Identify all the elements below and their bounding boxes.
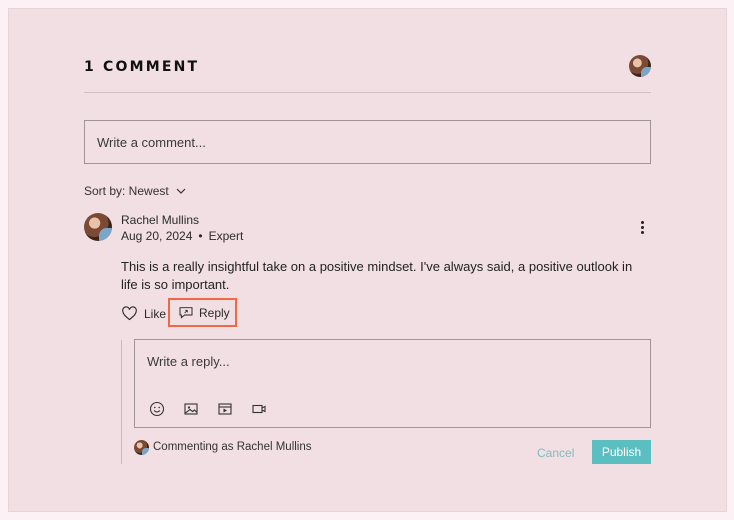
heart-icon: [122, 306, 137, 321]
comment-input[interactable]: Write a comment...: [84, 120, 651, 164]
commenting-as-label: Commenting as Rachel Mullins: [153, 441, 312, 453]
publish-button[interactable]: Publish: [592, 440, 651, 464]
reply-label: Reply: [199, 305, 230, 320]
comment-meta: Aug 20, 2024 • Expert: [121, 229, 243, 243]
like-label: Like: [144, 306, 167, 321]
comments-count-title: 1 COMMENT: [84, 59, 200, 75]
video-icon[interactable]: [251, 401, 267, 417]
meta-separator: •: [198, 229, 203, 243]
thread-line: [121, 340, 122, 464]
author-role-badge: Expert: [208, 229, 244, 243]
comment-author-avatar[interactable]: [84, 213, 112, 241]
comment-body: This is a really insightful take on a po…: [121, 259, 633, 292]
reply-input[interactable]: Write a reply...: [134, 339, 651, 428]
comment-date: Aug 20, 2024: [121, 229, 193, 243]
current-user-avatar[interactable]: [629, 55, 651, 77]
emoji-icon[interactable]: [149, 401, 165, 417]
reply-button[interactable]: Reply: [168, 298, 237, 327]
like-button[interactable]: Like: [121, 305, 166, 322]
cancel-button[interactable]: Cancel: [537, 446, 574, 460]
commenter-avatar: [134, 440, 149, 455]
comment-author-name[interactable]: Rachel Mullins: [121, 213, 199, 227]
more-options-icon[interactable]: [634, 219, 650, 239]
sort-dropdown[interactable]: Sort by: Newest: [84, 184, 187, 198]
header-divider: [84, 92, 651, 93]
gif-icon[interactable]: [217, 401, 233, 417]
reply-input-placeholder: Write a reply...: [147, 354, 230, 369]
reply-icon: [179, 306, 193, 319]
chevron-down-icon: [176, 188, 186, 194]
sort-label: Sort by: Newest: [84, 184, 169, 198]
comment-input-placeholder: Write a comment...: [97, 134, 206, 150]
image-icon[interactable]: [183, 401, 199, 417]
